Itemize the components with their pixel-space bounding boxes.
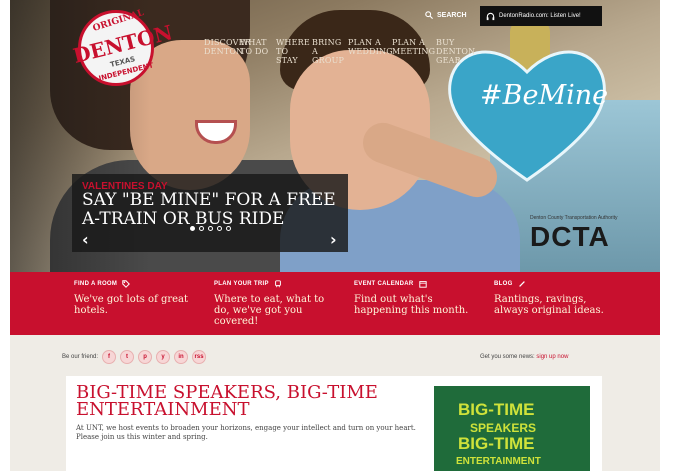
dcta-logo: Denton County Transportation Authority D…	[530, 215, 618, 253]
feature-plan-your-trip[interactable]: PLAN YOUR TRIP Where to eat, what to do,…	[214, 280, 334, 327]
nav-where-to-stay[interactable]: WHERE TO STAY	[276, 38, 310, 65]
dcta-wordmark: DCTA	[530, 221, 610, 252]
pinterest-icon[interactable]: p	[138, 350, 153, 364]
main-nav: DISCOVER DENTON WHAT TO DO WHERE TO STAY…	[204, 38, 480, 65]
search-label: SEARCH	[437, 11, 467, 19]
twitter-icon[interactable]: t	[120, 350, 135, 364]
featured-article: BIG-TIME SPEAKERS, BIG-TIME ENTERTAINMEN…	[66, 376, 602, 471]
signup-link[interactable]: sign up now	[536, 354, 568, 360]
slide-prev-arrow[interactable]: ‹	[82, 230, 89, 249]
search-link[interactable]: SEARCH	[425, 11, 467, 19]
feature-heading-row: EVENT CALENDAR	[354, 280, 474, 288]
feature-blog[interactable]: BLOG Rantings, ravings, always original …	[494, 280, 614, 316]
feature-heading: PLAN YOUR TRIP	[214, 281, 269, 287]
search-icon	[425, 11, 433, 19]
nav-plan-a-wedding[interactable]: PLAN A WEDDING	[348, 38, 393, 65]
nav-bring-a-group[interactable]: BRING A GROUP	[312, 38, 346, 65]
train-icon	[274, 280, 281, 288]
promo-banner[interactable]: BIG-TIME SPEAKERS BIG-TIME ENTERTAINMENT	[434, 386, 590, 471]
slide-dot-5[interactable]	[226, 226, 231, 231]
social-bar: Be our friend: f t p y in rss	[62, 350, 207, 364]
slide-title: SAY "BE MINE" FOR A FREE A-TRAIN OR BUS …	[82, 190, 336, 229]
denton-logo[interactable]: ORIGINAL DENTON TEXAS INDEPENDENT	[70, 8, 175, 86]
article-body: At UNT, we host events to broaden your h…	[76, 424, 416, 441]
pencil-icon	[518, 281, 525, 287]
newsletter-signup: Get you some news: sign up now	[480, 354, 568, 360]
feature-heading-row: PLAN YOUR TRIP	[214, 280, 334, 288]
nav-discover-denton[interactable]: DISCOVER DENTON	[204, 38, 251, 65]
feature-heading: EVENT CALENDAR	[354, 281, 414, 287]
facebook-icon[interactable]: f	[102, 350, 117, 364]
nav-what-to-do[interactable]: WHAT TO DO	[240, 38, 274, 65]
slide-next-arrow[interactable]: ›	[330, 230, 337, 249]
feature-heading: BLOG	[494, 281, 513, 287]
nav-plan-a-meeting[interactable]: PLAN A MEETING	[392, 38, 435, 65]
tag-icon	[122, 280, 131, 288]
feature-text: Rantings, ravings, always original ideas…	[494, 294, 604, 316]
radio-listen-button[interactable]: DentonRadio.com: Listen Live!	[480, 6, 602, 26]
calendar-icon	[418, 281, 427, 288]
newsletter-label: Get you some news:	[480, 354, 535, 360]
youtube-icon[interactable]: y	[156, 350, 171, 364]
slide-dot-4[interactable]	[217, 226, 222, 231]
promo-line-3: BIG-TIME	[458, 434, 535, 453]
feature-heading: FIND A ROOM	[74, 281, 118, 287]
rss-icon[interactable]: rss	[192, 350, 207, 364]
nav-buy-denton-gear[interactable]: BUY DENTON GEAR	[436, 38, 476, 65]
feature-text: Find out what's happening this month.	[354, 294, 469, 316]
feature-text: We've got lots of great hotels.	[74, 294, 189, 316]
slide-caption[interactable]: VALENTINES DAY SAY "BE MINE" FOR A FREE …	[72, 174, 348, 252]
feature-event-calendar[interactable]: EVENT CALENDAR Find out what's happening…	[354, 280, 474, 316]
headphones-icon	[486, 12, 495, 20]
page-frame: #BeMine Denton County Transportation Aut…	[10, 0, 660, 471]
feature-heading-row: FIND A ROOM	[74, 280, 194, 288]
hero-banner: #BeMine Denton County Transportation Aut…	[10, 0, 660, 272]
promo-line-2: SPEAKERS	[470, 421, 537, 435]
social-label: Be our friend:	[62, 354, 99, 360]
promo-line-4: ENTERTAINMENT	[456, 456, 541, 467]
feature-text: Where to eat, what to do, we've got you …	[214, 294, 325, 327]
feature-band: FIND A ROOM We've got lots of great hote…	[10, 272, 660, 335]
slide-dot-1[interactable]	[190, 226, 195, 231]
hashtag-text: #BeMine	[480, 80, 609, 111]
slide-dots	[190, 226, 231, 231]
feature-find-a-room[interactable]: FIND A ROOM We've got lots of great hote…	[74, 280, 194, 316]
linkedin-icon[interactable]: in	[174, 350, 189, 364]
promo-line-1: BIG-TIME	[458, 400, 535, 419]
radio-label: DentonRadio.com: Listen Live!	[499, 13, 581, 19]
slide-dot-3[interactable]	[208, 226, 213, 231]
slide-dot-2[interactable]	[199, 226, 204, 231]
feature-heading-row: BLOG	[494, 280, 614, 288]
article-title[interactable]: BIG-TIME SPEAKERS, BIG-TIME ENTERTAINMEN…	[76, 384, 426, 419]
